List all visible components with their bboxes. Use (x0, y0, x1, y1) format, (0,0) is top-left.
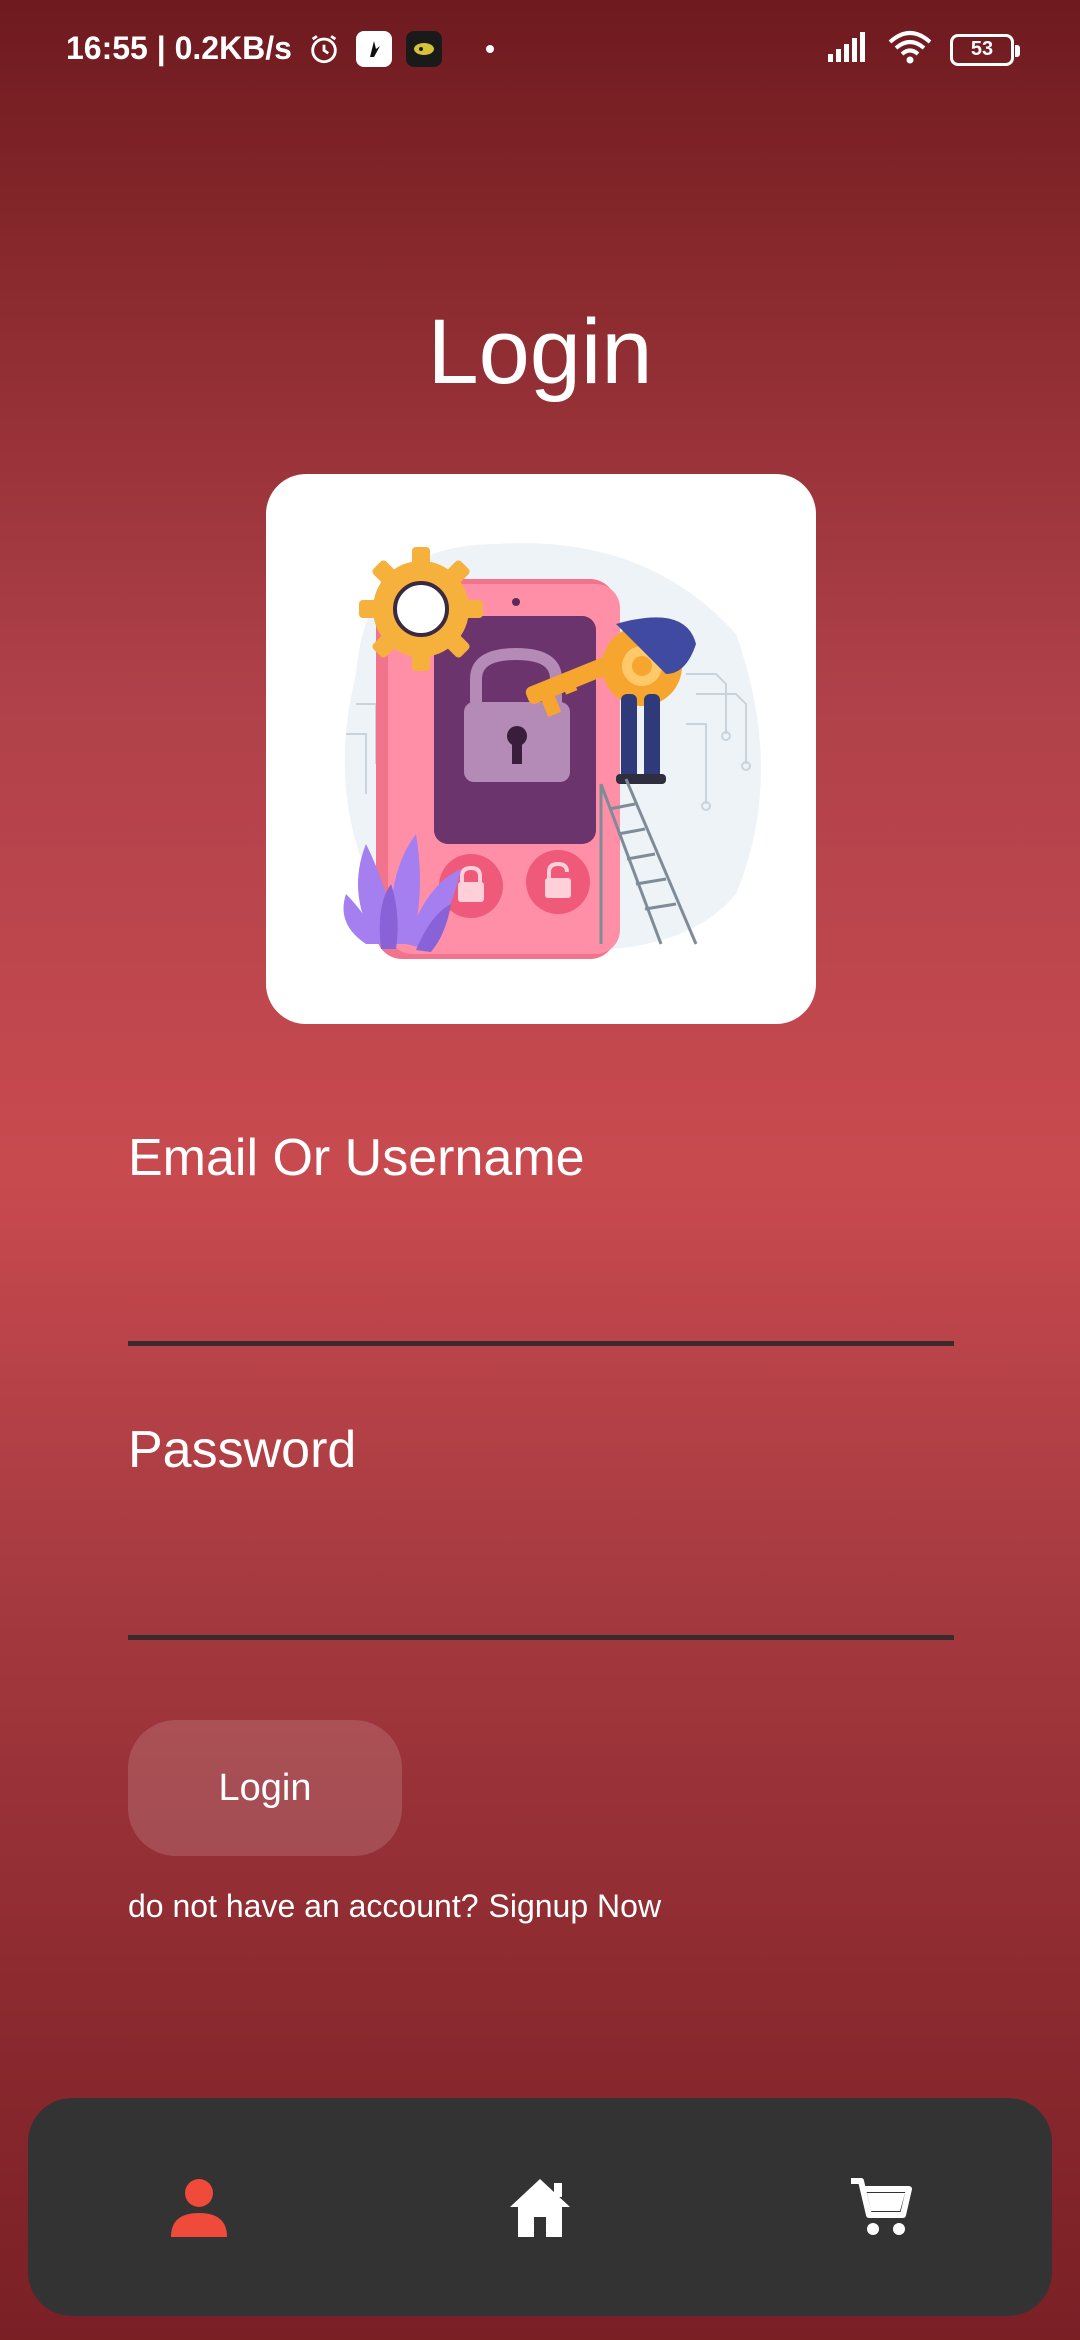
app-notification-icon (355, 30, 392, 67)
signup-link[interactable]: Signup Now (489, 1888, 662, 1925)
battery-icon: 53 (950, 33, 1020, 66)
battery-level: 53 (970, 38, 994, 60)
status-right: 53 (828, 30, 1020, 69)
cart-icon (851, 2178, 913, 2235)
bottom-nav (28, 2098, 1052, 2316)
wifi-icon (888, 30, 932, 69)
password-input[interactable] (128, 1550, 954, 1640)
signup-prompt-line: do not have an account? Signup Now (128, 1888, 661, 1925)
status-left: 16:55 | 0.2KB/s (66, 30, 494, 67)
notification-dot (485, 44, 494, 53)
signup-prompt-text: do not have an account? (128, 1888, 479, 1924)
person-icon (170, 2179, 227, 2237)
security-illustration (343, 543, 761, 959)
nav-home[interactable] (460, 2127, 620, 2287)
login-illustration (266, 474, 816, 1024)
login-button[interactable]: Login (128, 1720, 402, 1856)
email-label: Email Or Username (128, 1129, 585, 1187)
page-title: Login (427, 301, 653, 403)
time-speed-text: 16:55 | 0.2KB/s (66, 30, 292, 66)
email-input[interactable] (128, 1256, 954, 1346)
nav-cart[interactable] (801, 2127, 961, 2287)
password-label: Password (128, 1421, 357, 1479)
signal-icon (828, 32, 870, 67)
home-icon (509, 2179, 570, 2237)
nav-profile[interactable] (119, 2127, 279, 2287)
status-bar: 16:55 | 0.2KB/s 53 (0, 0, 1080, 100)
app-notification-icon-2 (405, 30, 442, 67)
alarm-icon (306, 31, 342, 67)
